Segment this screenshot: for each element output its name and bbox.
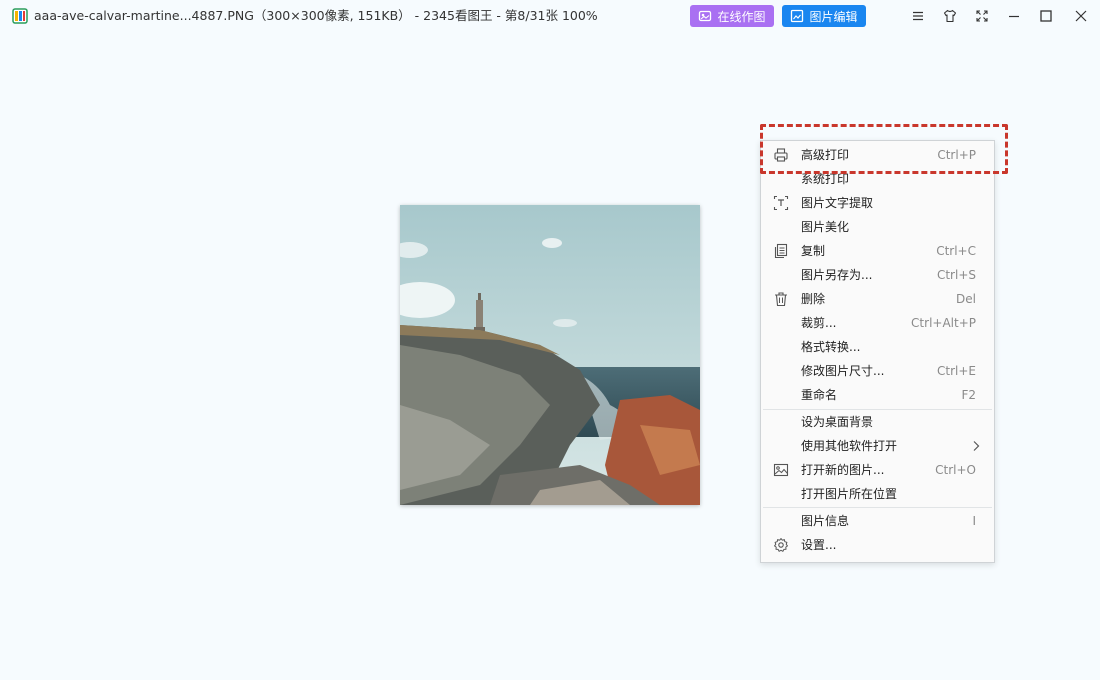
menu-item-label: 图片另存为... (801, 268, 873, 282)
displayed-image[interactable] (400, 205, 700, 505)
image-edit-icon (791, 9, 804, 23)
menu-item-resize[interactable]: 修改图片尺寸... Ctrl+E (761, 359, 994, 383)
menu-item-label: 删除 (801, 292, 826, 306)
title-bar: aaa-ave-calvar-martine...4887.PNG（300×30… (0, 0, 1100, 32)
menu-item-settings[interactable]: 设置... (761, 533, 994, 557)
fullscreen-icon (976, 10, 988, 22)
menu-item-delete[interactable]: 删除 Del (761, 287, 994, 311)
menu-item-label: 复制 (801, 244, 826, 258)
highlight-box (760, 124, 1008, 174)
trash-icon (775, 292, 787, 307)
menu-item-shortcut: F2 (961, 388, 976, 402)
menu-item-set-wallpaper[interactable]: 设为桌面背景 (761, 410, 994, 434)
menu-item-open-with[interactable]: 使用其他软件打开 (761, 434, 994, 458)
minimize-button[interactable] (1002, 4, 1026, 28)
menu-item-label: 打开新的图片... (801, 463, 885, 477)
menu-item-label: 打开图片所在位置 (801, 487, 898, 501)
chevron-right-icon (973, 441, 980, 451)
menu-item-shortcut: Ctrl+Alt+P (911, 316, 976, 330)
menu-item-label: 修改图片尺寸... (801, 364, 885, 378)
menu-item-open-new-image[interactable]: 打开新的图片... Ctrl+O (761, 458, 994, 482)
close-icon (1075, 10, 1087, 22)
copy-icon (774, 243, 788, 259)
menu-item-shortcut: Ctrl+S (936, 268, 976, 282)
menu-item-text-extract[interactable]: 图片文字提取 (761, 191, 994, 215)
menu-item-label: 图片文字提取 (801, 196, 874, 210)
menu-item-label: 设置... (801, 538, 837, 552)
menu-separator (763, 507, 992, 508)
fullscreen-button[interactable] (970, 4, 994, 28)
menu-item-rename[interactable]: 重命名 F2 (761, 383, 994, 407)
menu-item-image-info[interactable]: 图片信息 I (761, 509, 994, 533)
skin-button[interactable] (938, 4, 962, 28)
menu-item-open-location[interactable]: 打开图片所在位置 (761, 482, 994, 506)
window-title: aaa-ave-calvar-martine...4887.PNG（300×30… (34, 8, 598, 23)
menu-item-shortcut: Ctrl+C (936, 244, 976, 258)
menu-item-label: 裁剪... (801, 316, 837, 330)
maximize-button[interactable] (1034, 4, 1058, 28)
context-menu: 高级打印 Ctrl+P 系统打印 图片文字提取 图片美化 复制 Ctrl+C 图… (760, 140, 995, 563)
menu-item-label: 图片美化 (801, 220, 850, 234)
shirt-icon (943, 9, 957, 23)
image-edit-label: 图片编辑 (809, 9, 858, 24)
menu-item-label: 设为桌面背景 (801, 415, 874, 429)
menu-item-shortcut: I (972, 514, 976, 528)
text-extract-icon (773, 195, 789, 211)
menu-item-shortcut: Del (956, 292, 976, 306)
image-icon (773, 463, 789, 477)
minimize-icon (1009, 15, 1019, 18)
main-menu-button[interactable] (906, 4, 930, 28)
maximize-icon (1040, 10, 1052, 22)
menu-item-format-convert[interactable]: 格式转换... (761, 335, 994, 359)
menu-item-beautify[interactable]: 图片美化 (761, 215, 994, 239)
online-edit-button[interactable]: 在线作图 (690, 5, 774, 27)
menu-item-crop[interactable]: 裁剪... Ctrl+Alt+P (761, 311, 994, 335)
close-button[interactable] (1069, 4, 1093, 28)
menu-item-label: 使用其他软件打开 (801, 439, 898, 453)
gear-icon (774, 538, 788, 552)
menu-item-shortcut: Ctrl+O (935, 463, 976, 477)
hamburger-menu-icon (913, 11, 923, 21)
online-edit-label: 在线作图 (717, 9, 766, 24)
menu-item-label: 重命名 (801, 388, 838, 402)
menu-item-label: 格式转换... (801, 340, 861, 354)
app-logo-icon (12, 8, 28, 24)
menu-item-label: 图片信息 (801, 514, 850, 528)
menu-item-save-as[interactable]: 图片另存为... Ctrl+S (761, 263, 994, 287)
image-edit-button[interactable]: 图片编辑 (782, 5, 866, 27)
online-edit-icon (699, 10, 712, 22)
menu-item-copy[interactable]: 复制 Ctrl+C (761, 239, 994, 263)
menu-item-shortcut: Ctrl+E (937, 364, 976, 378)
